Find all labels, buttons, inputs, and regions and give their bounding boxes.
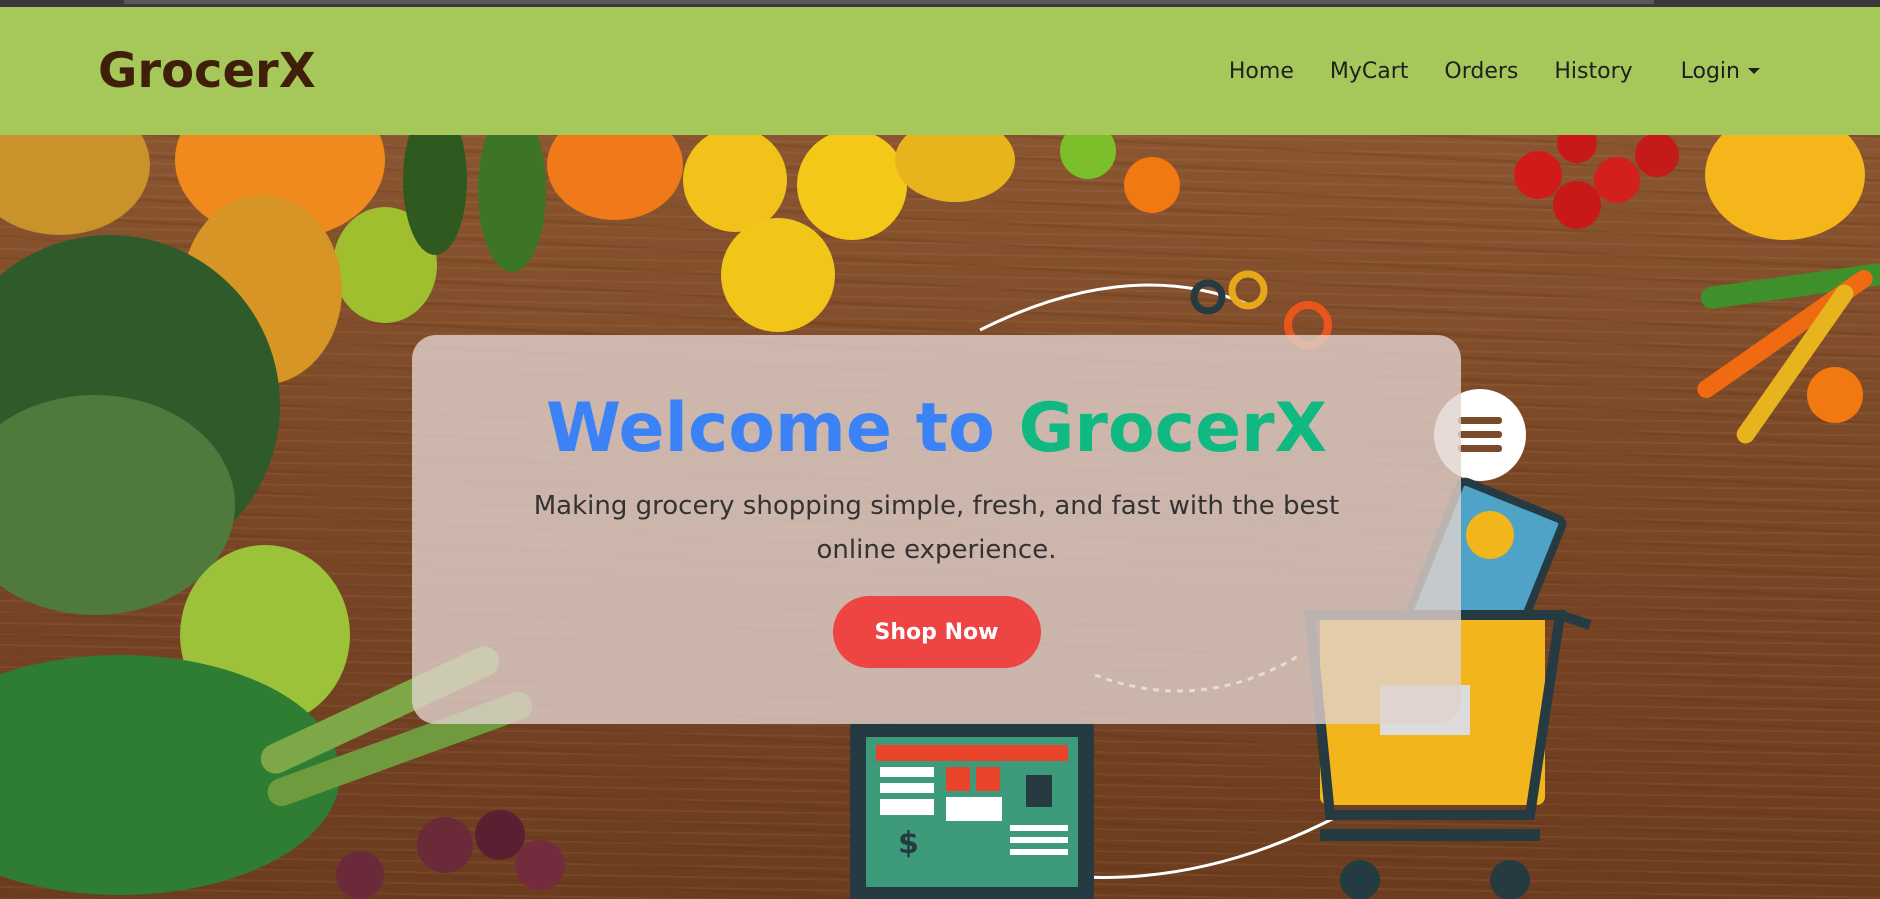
hero-title: Welcome to GrocerX — [546, 393, 1327, 464]
dollar-icon: $ — [898, 826, 919, 861]
starfruit-icon — [895, 135, 1015, 202]
tomato-orange-icon — [1124, 157, 1180, 213]
login-label: Login — [1680, 58, 1740, 84]
lime-icon-2 — [1060, 135, 1116, 179]
tomato-yellow-icon-2 — [797, 135, 907, 240]
hero-subtitle: Making grocery shopping simple, fresh, a… — [533, 491, 1340, 566]
cherry-tomato-icon-5 — [1557, 135, 1597, 163]
nav-link-orders[interactable]: Orders — [1444, 59, 1518, 84]
grape-icon — [417, 817, 473, 873]
tomato-yellow-icon — [683, 135, 787, 232]
login-dropdown[interactable]: Login — [1681, 59, 1760, 84]
grape-icon-4 — [336, 851, 384, 899]
hero-card: Welcome to GrocerX Making grocery shoppi… — [412, 335, 1461, 724]
cherry-tomato-icon-2 — [1553, 181, 1601, 229]
tomato-orange-icon-2 — [1807, 367, 1863, 423]
brand-logo[interactable]: GrocerX — [98, 43, 316, 99]
pepper-icon — [547, 135, 683, 220]
caret-down-icon — [1748, 68, 1760, 74]
cherry-tomato-icon — [1514, 151, 1562, 199]
grape-icon-2 — [475, 810, 525, 860]
gear-icon — [1190, 279, 1226, 315]
tomato-yellow-icon-3 — [721, 218, 835, 332]
nav-link-history[interactable]: History — [1554, 59, 1632, 84]
hero-title-welcome: Welcome to — [545, 389, 995, 468]
yellow-pepper-icon — [1705, 135, 1865, 240]
hero-title-brand: GrocerX — [1018, 389, 1328, 468]
browser-top-strip — [0, 0, 1880, 7]
cucumber-icon-2 — [478, 135, 546, 272]
hero-section: $ Welcome to GrocerX Making grocery shop… — [0, 135, 1880, 899]
browser-tab-edge — [124, 0, 1654, 4]
monitor-icon: $ — [850, 723, 1094, 899]
grape-icon-3 — [515, 840, 565, 890]
gear-icon-2 — [1228, 270, 1268, 310]
shop-now-button[interactable]: Shop Now — [832, 596, 1041, 669]
navbar: GrocerX Home MyCart Orders History Login — [0, 7, 1880, 135]
nav-link-home[interactable]: Home — [1229, 59, 1294, 84]
main-nav: Home MyCart Orders History Login — [1193, 59, 1760, 84]
cherry-tomato-icon-4 — [1635, 135, 1679, 177]
nav-link-mycart[interactable]: MyCart — [1330, 59, 1409, 84]
pineapple-icon — [0, 135, 150, 235]
cherry-tomato-icon-3 — [1594, 157, 1640, 203]
